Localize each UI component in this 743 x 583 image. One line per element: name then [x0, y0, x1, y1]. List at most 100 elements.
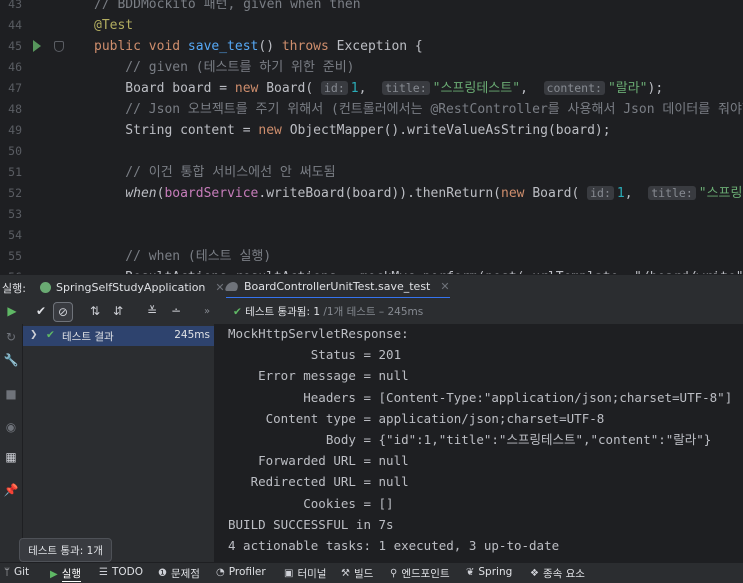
- code-line: 53: [0, 204, 743, 225]
- warning-icon: ❶: [158, 568, 167, 579]
- pin-icon[interactable]: 📌: [3, 482, 19, 498]
- rerun-icon[interactable]: ▶: [3, 302, 21, 320]
- code-text: // BDDMockito 패턴, given when then: [94, 0, 361, 15]
- line-number: 50: [8, 144, 22, 158]
- code-editor[interactable]: 43 // BDDMockito 패턴, given when then 44 @Te…: [0, 0, 743, 274]
- code-line: 46 // given (테스트를 하기 위한 준비): [0, 57, 743, 78]
- code-text: public void save_test() throws Exception…: [94, 36, 423, 57]
- show-passed-icon[interactable]: ✔: [32, 302, 50, 320]
- code-text: Board board = new Board( id: 1, title: "스프…: [94, 78, 663, 99]
- tab-board-controller-unit-test[interactable]: BoardControllerUnitTest.save_test ✕: [224, 275, 450, 299]
- code-line: 44 @Test: [0, 15, 743, 36]
- code-token: id:: [587, 186, 614, 200]
- run-button[interactable]: ▶ 실행: [50, 566, 82, 582]
- tab-spring-self-study-application[interactable]: SpringSelfStudyApplication ✕: [40, 275, 225, 299]
- wrench-icon[interactable]: 🔧: [3, 352, 19, 368]
- line-number: 56: [0, 267, 22, 274]
- console-line: Forwarded URL = null: [228, 453, 409, 469]
- code-token: boardService: [164, 186, 259, 201]
- console-output[interactable]: MockHttpServletResponse: Status = 201 Er…: [215, 324, 743, 562]
- dependencies-button[interactable]: ❖ 종속 요소: [530, 566, 585, 581]
- code-token: @Test: [94, 18, 134, 33]
- stop-icon[interactable]: ■: [3, 386, 19, 402]
- endpoints-button[interactable]: ⚲ 엔드포인트: [390, 566, 450, 581]
- code-text: // 이건 통합 서비스에선 안 써도됨: [94, 162, 335, 183]
- profiler-button[interactable]: ◔ Profiler: [216, 566, 266, 578]
- code-line: 45 public void save_test() throws Excepti…: [0, 36, 743, 57]
- close-icon[interactable]: ✕: [440, 280, 449, 293]
- tree-row-label: 테스트 결과: [62, 331, 114, 343]
- line-number: 48: [8, 102, 22, 116]
- run-test-icon[interactable]: [33, 40, 41, 52]
- code-token: new: [234, 81, 267, 96]
- console-line: MockHttpServletResponse:: [228, 326, 409, 341]
- line-number: 55: [8, 249, 22, 263]
- line-number: 46: [8, 60, 22, 74]
- play-icon: ▶: [50, 568, 58, 580]
- spring-app-icon: [40, 281, 51, 293]
- code-token: "랄라": [607, 81, 648, 96]
- code-token: id:: [321, 81, 348, 95]
- coverage-icon[interactable]: ◉: [3, 419, 19, 435]
- line-number: 49: [8, 123, 22, 137]
- code-line: 47 Board board = new Board( id: 1, title:…: [0, 78, 743, 99]
- problems-button[interactable]: ❶ 문제점: [158, 566, 200, 581]
- test-toolbar: ✔ ⊘ ⇅ ⇵ ≚ ∸ » ✔ 테스트 통과됨: 1 /1개 테스트 – 245…: [0, 298, 743, 325]
- code-text: // when (테스트 실행): [94, 246, 271, 267]
- line-number: 52: [8, 186, 22, 200]
- code-token: (): [258, 39, 282, 54]
- line-number: 43: [8, 0, 22, 11]
- expand-all-icon[interactable]: ≚: [143, 302, 161, 320]
- test-results-tree: ❯ ✔ 테스트 결과 245ms: [23, 324, 215, 562]
- fold-icon[interactable]: [54, 41, 64, 52]
- test-icon: [224, 281, 240, 291]
- code-token: public void: [94, 39, 188, 54]
- code-token: ,: [624, 186, 649, 201]
- line-number: 47: [8, 81, 22, 95]
- code-line: 55 // when (테스트 실행): [0, 246, 743, 267]
- code-token: Board board =: [94, 81, 235, 96]
- code-token: new: [501, 186, 533, 201]
- chevron-down-icon[interactable]: ❯: [30, 330, 38, 340]
- tree-row-test-results[interactable]: ❯ ✔ 테스트 결과 245ms: [23, 326, 214, 346]
- run-tool-window-header: 실행: SpringSelfStudyApplication ✕ BoardCo…: [0, 274, 743, 299]
- console-line: 4 actionable tasks: 1 executed, 3 up-to-…: [228, 538, 560, 553]
- spring-button[interactable]: ❦ Spring: [466, 566, 512, 578]
- code-line: 48 // Json 오브젝트를 주기 위해서 (컨트롤러에서는 @RestCo…: [0, 99, 743, 120]
- endpoints-icon: ⚲: [390, 568, 398, 579]
- code-token: content:: [543, 81, 605, 95]
- sort-by-duration-icon[interactable]: ⇵: [109, 302, 127, 320]
- code-token: Board(: [532, 186, 588, 201]
- terminal-button[interactable]: ▣ 터미널: [284, 566, 326, 581]
- rerun-failed-icon[interactable]: ↻: [3, 329, 19, 345]
- code-token: String content =: [94, 123, 259, 138]
- code-text: String content = new ObjectMapper().writ…: [94, 120, 610, 141]
- build-button[interactable]: ⚒ 빌드: [341, 566, 373, 581]
- console-line: Body = {"id":1,"title":"스프링테스트","content…: [228, 432, 712, 447]
- check-icon: ✔: [233, 306, 242, 318]
- line-number: 45: [8, 39, 22, 53]
- code-token: // given (테스트를 하기 위한 준비): [94, 60, 355, 75]
- show-ignored-icon[interactable]: ⊘: [53, 302, 73, 322]
- code-token: new: [258, 123, 290, 138]
- layout-icon[interactable]: ▦: [3, 449, 19, 465]
- code-token: 1: [350, 81, 359, 96]
- git-button[interactable]: ᛘ Git: [4, 566, 29, 578]
- close-icon[interactable]: ✕: [215, 281, 224, 294]
- pass-sub: /1개 테스트 – 245ms: [323, 306, 424, 318]
- todo-button[interactable]: ☰ TODO: [99, 566, 143, 578]
- spring-leaf-icon: ❦: [466, 566, 475, 578]
- collapse-all-icon[interactable]: ∸: [167, 302, 185, 320]
- code-token: throws: [281, 39, 337, 54]
- code-text: @Test: [94, 15, 133, 36]
- console-line: Status = 201: [228, 347, 402, 363]
- profiler-icon: ◔: [216, 566, 225, 578]
- tab-label: SpringSelfStudyApplication: [56, 280, 206, 294]
- console-line: BUILD SUCCESSFUL in 7s: [228, 516, 394, 532]
- dependencies-icon: ❖: [530, 568, 539, 579]
- run-label: 실행:: [2, 282, 26, 295]
- tab-label: BoardControllerUnitTest.save_test: [244, 279, 431, 293]
- sort-alphabetically-icon[interactable]: ⇅: [86, 302, 104, 320]
- code-token: // BDDMockito 패턴, given when then: [94, 0, 361, 12]
- more-icon[interactable]: »: [198, 302, 216, 320]
